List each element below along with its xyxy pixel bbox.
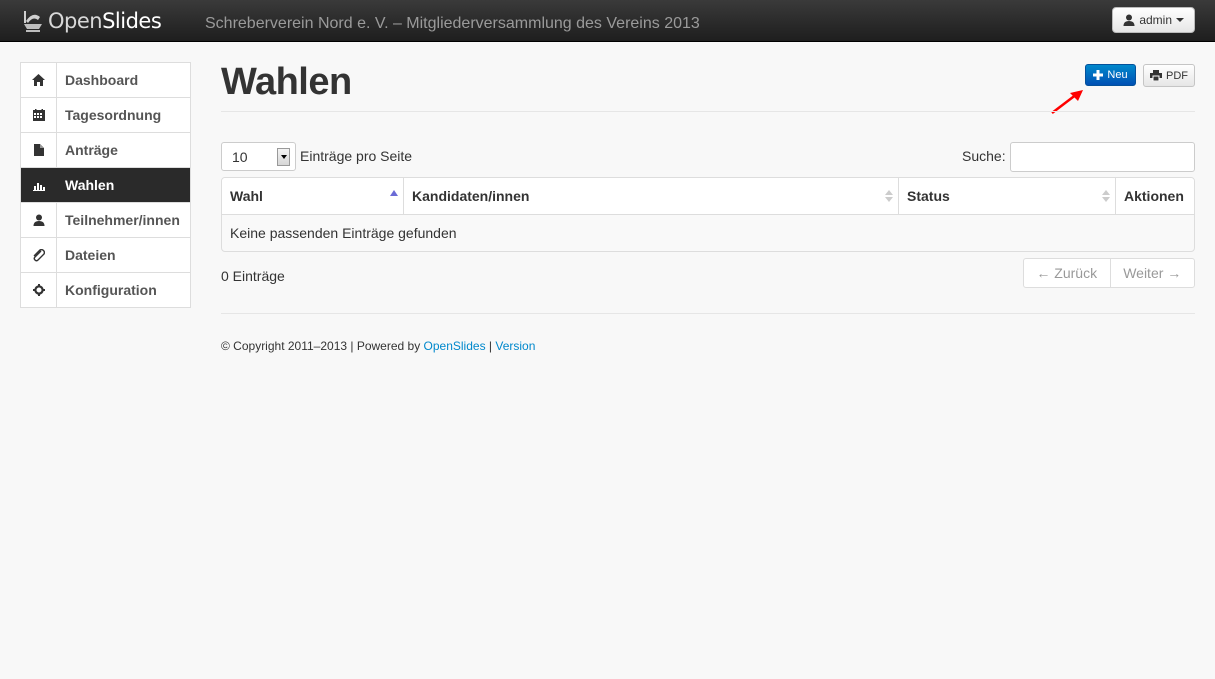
column-header-kandidaten[interactable]: Kandidaten/innen <box>404 178 899 214</box>
footer: © Copyright 2011–2013 | Powered by OpenS… <box>221 339 535 353</box>
header-divider <box>221 111 1195 112</box>
elections-table: Wahl Kandidaten/innen Status Aktionen Ke… <box>221 177 1195 252</box>
table-header: Wahl Kandidaten/innen Status Aktionen <box>222 178 1194 215</box>
column-header-wahl[interactable]: Wahl <box>222 178 404 214</box>
column-header-aktionen: Aktionen <box>1116 178 1194 214</box>
sidebar-item-label: Tagesordnung <box>65 107 162 123</box>
new-button[interactable]: Neu <box>1085 64 1136 86</box>
calendar-icon <box>32 109 45 121</box>
sidebar-item-antraege[interactable]: Anträge <box>21 133 190 168</box>
bar-chart-icon <box>32 182 45 191</box>
column-header-label: Aktionen <box>1124 188 1184 204</box>
column-header-label: Wahl <box>230 188 263 204</box>
search-input[interactable] <box>1010 142 1195 172</box>
caret-down-icon <box>1176 18 1184 22</box>
brand-text-bold: Slides <box>102 9 162 33</box>
search-label: Suche: <box>962 148 1006 164</box>
sidebar-nav: Dashboard Tagesordnung Anträge Wahlen Te… <box>20 62 191 308</box>
file-icon <box>33 144 44 156</box>
openslides-link[interactable]: OpenSlides <box>424 339 486 353</box>
plus-icon <box>1093 70 1104 80</box>
sidebar-item-label: Konfiguration <box>65 282 157 298</box>
pdf-button-label: PDF <box>1166 69 1188 82</box>
page-length-value: 10 <box>232 148 248 165</box>
brand-text-light: Open <box>48 9 103 33</box>
sidebar-item-teilnehmer[interactable]: Teilnehmer/innen <box>21 203 190 238</box>
new-button-label: Neu <box>1107 69 1128 81</box>
sidebar-item-label: Anträge <box>65 142 118 158</box>
pdf-button[interactable]: PDF <box>1143 64 1195 87</box>
sidebar-item-wahlen[interactable]: Wahlen <box>21 168 190 203</box>
next-page-button[interactable]: Weiter → <box>1111 259 1195 287</box>
openslides-logo-icon <box>24 11 42 32</box>
user-icon <box>1123 14 1135 26</box>
user-menu-button[interactable]: admin <box>1112 7 1195 33</box>
home-icon <box>32 74 45 86</box>
empty-message: Keine passenden Einträge gefunden <box>230 225 457 241</box>
pagination: ← Zurück Weiter → <box>1023 258 1195 288</box>
version-link[interactable]: Version <box>495 339 535 353</box>
sidebar-item-tagesordnung[interactable]: Tagesordnung <box>21 98 190 133</box>
previous-page-button[interactable]: ← Zurück <box>1024 259 1111 287</box>
sort-ascending-icon <box>390 190 398 196</box>
caret-down-icon <box>280 155 287 159</box>
paperclip-icon <box>33 248 45 261</box>
copyright-text: © Copyright 2011–2013 | Powered by <box>221 339 424 353</box>
sidebar-item-label: Wahlen <box>65 177 115 193</box>
sidebar-item-dateien[interactable]: Dateien <box>21 238 190 273</box>
cog-icon <box>32 284 45 296</box>
column-header-label: Kandidaten/innen <box>412 188 530 204</box>
sidebar-item-label: Dateien <box>65 247 116 263</box>
top-navbar: OpenSlides Schreberverein Nord e. V. – M… <box>0 0 1215 42</box>
sidebar-item-label: Teilnehmer/innen <box>65 212 180 228</box>
sort-both-icon <box>1102 190 1110 202</box>
sort-both-icon <box>885 190 893 202</box>
sidebar-item-dashboard[interactable]: Dashboard <box>21 63 190 98</box>
brand-logo-link[interactable]: OpenSlides <box>22 6 162 36</box>
page-length-select[interactable]: 10 <box>221 142 296 171</box>
footer-divider <box>221 313 1195 314</box>
page-title: Wahlen <box>221 61 352 103</box>
print-icon <box>1150 70 1162 81</box>
user-menu-label: admin <box>1139 13 1172 27</box>
table-info: 0 Einträge <box>221 268 285 284</box>
event-title: Schreberverein Nord e. V. – Mitgliederve… <box>205 15 700 32</box>
table-empty-row: Keine passenden Einträge gefunden <box>222 215 1194 251</box>
column-header-status[interactable]: Status <box>899 178 1116 214</box>
page-length-label: Einträge pro Seite <box>300 148 413 164</box>
sidebar-item-konfiguration[interactable]: Konfiguration <box>21 273 190 307</box>
footer-separator: | <box>485 339 496 353</box>
select-arrow-button[interactable] <box>277 148 290 166</box>
column-header-label: Status <box>907 188 950 204</box>
sidebar-item-label: Dashboard <box>65 72 139 88</box>
user-icon <box>33 214 44 226</box>
